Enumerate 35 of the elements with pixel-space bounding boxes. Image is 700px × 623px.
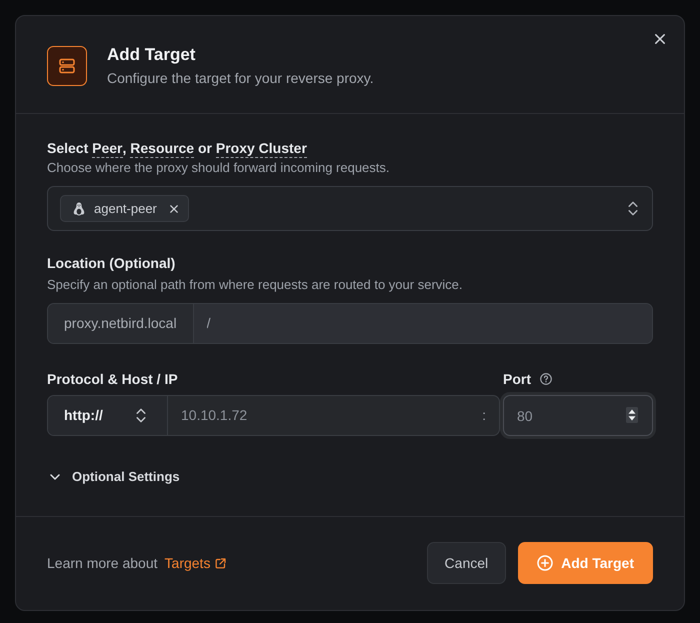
help-icon[interactable] bbox=[540, 373, 552, 385]
chip-label: agent-peer bbox=[94, 200, 157, 218]
stepper-icon[interactable] bbox=[626, 407, 638, 423]
dialog-subtitle: Configure the target for your reverse proxy. bbox=[107, 69, 375, 88]
protocol-select[interactable]: http:// bbox=[48, 396, 168, 435]
port-input[interactable]: 80 bbox=[503, 395, 653, 436]
destination-description: Choose where the proxy should forward incoming requests. bbox=[47, 159, 391, 177]
tooltip-term[interactable]: Resource bbox=[130, 140, 194, 158]
remove-icon[interactable] bbox=[170, 204, 178, 212]
port-separator: : bbox=[481, 406, 487, 425]
path-input[interactable]: / bbox=[194, 304, 652, 343]
port-label: Port bbox=[503, 370, 531, 389]
close-icon[interactable] bbox=[655, 34, 665, 44]
cancel-button[interactable]: Cancel bbox=[426, 542, 506, 584]
chevron-up-down-icon bbox=[628, 201, 638, 216]
penguin-icon bbox=[73, 202, 85, 216]
url-prefix: proxy.netbird.local bbox=[48, 304, 194, 343]
destination-label: Select Peer, Resource or Proxy Cluster bbox=[47, 139, 308, 158]
location-label: Location (Optional) bbox=[47, 254, 176, 273]
chevron-down-icon bbox=[50, 474, 60, 480]
tooltip-term[interactable]: Peer bbox=[92, 140, 122, 158]
server-icon bbox=[47, 46, 87, 86]
external-link-icon bbox=[215, 558, 226, 568]
tooltip-term[interactable]: Proxy Cluster bbox=[216, 140, 307, 158]
plus-circle-icon bbox=[537, 555, 554, 571]
peer-select[interactable]: agent-peer bbox=[47, 186, 653, 231]
learn-more-text: Learn more about bbox=[47, 554, 158, 572]
targets-link[interactable]: Targets bbox=[164, 552, 226, 574]
dialog-title: Add Target bbox=[107, 44, 196, 66]
host-input[interactable]: 10.10.1.72 bbox=[168, 396, 476, 435]
chevron-up-down-icon bbox=[136, 408, 146, 423]
address-label: Protocol & Host / IP bbox=[47, 370, 179, 389]
address-field[interactable]: http:// 10.10.1.72 : bbox=[47, 395, 500, 436]
location-description: Specify an optional path from where requests are routed to your service. bbox=[47, 276, 464, 294]
optional-settings-toggle[interactable]: Optional Settings bbox=[47, 467, 180, 487]
